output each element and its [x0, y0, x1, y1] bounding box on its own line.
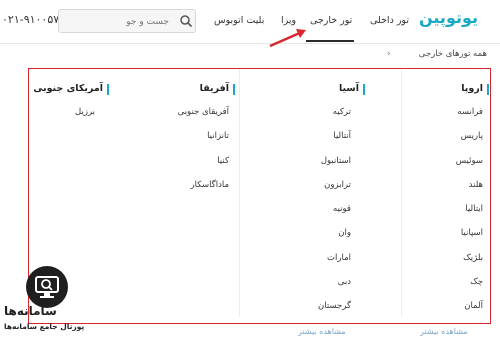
destination-link[interactable]: چک: [456, 277, 483, 301]
column-title-europe[interactable]: اروپا: [461, 83, 489, 94]
destination-link[interactable]: ماداگاسکار: [178, 180, 229, 204]
column-title-south-america[interactable]: آمریکای جنوبی: [33, 83, 109, 94]
outbound-tours-mega-menu: اروپا فرانسه پاریس سوئیس هلند ایتالیا اس…: [28, 68, 491, 324]
destination-link[interactable]: کنیا: [178, 156, 229, 180]
destination-link[interactable]: پاریس: [456, 131, 483, 155]
annotation-arrow-icon: [269, 29, 306, 48]
nav-bus-ticket[interactable]: بلیت اتوبوس: [214, 15, 264, 26]
column-asia: آسیا ترکیه آنتالیا استانبول ترابزون قونی…: [269, 83, 365, 319]
nav-outbound-tours[interactable]: تور خارجی: [310, 15, 352, 26]
column-title-africa[interactable]: آفریقا: [200, 83, 235, 94]
destination-link[interactable]: آنتالیا: [318, 131, 351, 155]
chevron-left-icon: ‹: [387, 49, 391, 59]
active-nav-indicator: [306, 40, 354, 42]
nav-domestic-tours[interactable]: تور داخلی: [370, 15, 409, 26]
column-title-asia[interactable]: آسیا: [339, 83, 365, 94]
see-more-link-asia[interactable]: مشاهده بیشتر: [298, 327, 346, 336]
column-divider: [239, 69, 240, 317]
destination-link[interactable]: قونیه: [318, 204, 351, 228]
destination-link[interactable]: ترابزون: [318, 180, 351, 204]
destination-link[interactable]: ترکیه: [318, 107, 351, 131]
monitor-search-icon: [35, 276, 59, 298]
europe-destinations-list: فرانسه پاریس سوئیس هلند ایتالیا اسپانیا …: [456, 107, 483, 326]
africa-destinations-list: آفریقای جنوبی تانزانیا کنیا ماداگاسکار: [178, 107, 229, 204]
breadcrumb: ‹ همه تورهای خارجی: [387, 49, 487, 63]
nav-visa[interactable]: ویزا: [281, 15, 296, 26]
column-europe: اروپا فرانسه پاریس سوئیس هلند ایتالیا اس…: [409, 83, 489, 319]
search-box[interactable]: [58, 9, 196, 33]
destination-link[interactable]: استانبول: [318, 156, 351, 180]
destination-link[interactable]: گرجستان: [318, 301, 351, 325]
destination-link[interactable]: فرانسه: [456, 107, 483, 131]
breadcrumb-current[interactable]: همه تورهای خارجی: [419, 49, 487, 59]
see-more-link-europe[interactable]: مشاهده بیشتر: [420, 327, 468, 336]
watermark-name: سامانه‌ها: [4, 304, 57, 318]
destination-link[interactable]: وان: [318, 228, 351, 252]
destination-link[interactable]: آلمان: [456, 301, 483, 325]
column-divider: [401, 69, 402, 317]
column-africa: آفریقا آفریقای جنوبی تانزانیا کنیا ماداگ…: [139, 83, 235, 319]
destination-link[interactable]: دبی: [318, 277, 351, 301]
watermark-logo: [26, 266, 68, 308]
site-logo[interactable]: یوتوپین: [419, 8, 478, 27]
destination-link[interactable]: ایتالیا: [456, 204, 483, 228]
search-icon[interactable]: [179, 14, 193, 28]
south-america-destinations-list: برزیل: [75, 107, 95, 131]
destination-link[interactable]: امارات: [318, 253, 351, 277]
destination-link[interactable]: اسپانیا: [456, 228, 483, 252]
site-header: ۰۲۱-۹۱۰۰۵۷۱۱ بلیت اتوبوس ویزا تور خارجی …: [0, 0, 500, 44]
destination-link[interactable]: تانزانیا: [178, 131, 229, 155]
destination-link[interactable]: برزیل: [75, 107, 95, 131]
destination-link[interactable]: سوئیس: [456, 156, 483, 180]
destination-link[interactable]: بلژیک: [456, 253, 483, 277]
watermark-subtitle: پورتال جامع سامانه‌ها: [4, 322, 85, 331]
search-input[interactable]: [77, 14, 169, 29]
asia-destinations-list: ترکیه آنتالیا استانبول ترابزون قونیه وان…: [318, 107, 351, 326]
destination-link[interactable]: آفریقای جنوبی: [178, 107, 229, 131]
destination-link[interactable]: هلند: [456, 180, 483, 204]
